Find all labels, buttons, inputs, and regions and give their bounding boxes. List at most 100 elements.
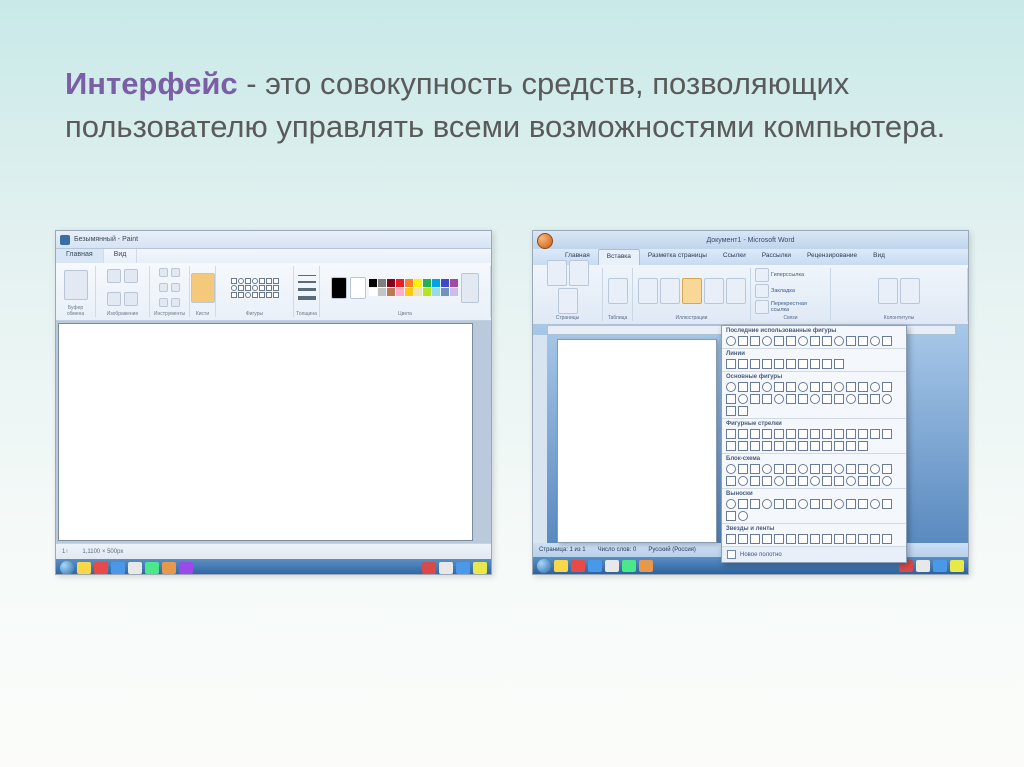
shape-option[interactable]	[870, 499, 880, 509]
color-swatch[interactable]	[441, 288, 449, 296]
tab-insert[interactable]: Вставка	[598, 249, 640, 265]
shape-option[interactable]	[834, 464, 844, 474]
footer-icon[interactable]	[900, 278, 920, 304]
shape-option[interactable]	[798, 534, 808, 544]
color-swatch[interactable]	[432, 288, 440, 296]
shape-option[interactable]	[810, 464, 820, 474]
clip-icon[interactable]	[660, 278, 680, 304]
page-break-icon[interactable]	[558, 288, 578, 314]
shape-option[interactable]	[834, 382, 844, 392]
shape-option[interactable]	[762, 441, 772, 451]
color-swatch[interactable]	[369, 288, 377, 296]
shape-option[interactable]	[810, 499, 820, 509]
shape-option[interactable]	[882, 394, 892, 404]
new-canvas-button[interactable]: Новое полотно	[722, 547, 906, 562]
color-swatch[interactable]	[423, 288, 431, 296]
shape-option[interactable]	[822, 464, 832, 474]
shape-option[interactable]	[822, 394, 832, 404]
tray-icon[interactable]	[439, 562, 453, 574]
taskbar-item[interactable]	[128, 562, 142, 574]
pencil-icon[interactable]	[159, 268, 168, 277]
shape-option[interactable]	[882, 476, 892, 486]
tab-layout[interactable]: Разметка страницы	[640, 249, 715, 265]
tray-icon[interactable]	[916, 560, 930, 572]
shape-option[interactable]	[846, 394, 856, 404]
cover-page-icon[interactable]	[547, 260, 567, 286]
shape-option[interactable]	[774, 464, 784, 474]
paint-canvas[interactable]	[58, 323, 473, 541]
rotate-icon[interactable]	[124, 292, 138, 306]
shape-option[interactable]	[726, 476, 736, 486]
fill-icon[interactable]	[171, 268, 180, 277]
color-swatch[interactable]	[441, 279, 449, 287]
shape-option[interactable]	[750, 382, 760, 392]
shape-option[interactable]	[798, 336, 808, 346]
shape-option[interactable]	[798, 359, 808, 369]
shape-option[interactable]	[726, 441, 736, 451]
shapes-button[interactable]	[682, 278, 702, 304]
brush-icon[interactable]	[191, 273, 215, 303]
bookmark-icon[interactable]	[755, 284, 769, 298]
taskbar-item[interactable]	[179, 562, 193, 574]
shape-option[interactable]	[810, 429, 820, 439]
shape-option[interactable]	[726, 406, 736, 416]
text-icon[interactable]	[159, 283, 168, 292]
picture-icon[interactable]	[638, 278, 658, 304]
resize-icon[interactable]	[107, 292, 121, 306]
shape-option[interactable]	[870, 464, 880, 474]
shape-option[interactable]	[858, 429, 868, 439]
shape-option[interactable]	[738, 441, 748, 451]
office-button[interactable]	[537, 233, 553, 249]
taskbar-item[interactable]	[145, 562, 159, 574]
taskbar-item[interactable]	[588, 560, 602, 572]
tray-icon[interactable]	[933, 560, 947, 572]
color-swatch[interactable]	[396, 279, 404, 287]
shape-option[interactable]	[726, 429, 736, 439]
shape-option[interactable]	[762, 499, 772, 509]
shape-option[interactable]	[774, 534, 784, 544]
tray-icon[interactable]	[422, 562, 436, 574]
tab-refs[interactable]: Ссылки	[715, 249, 754, 265]
shape-option[interactable]	[750, 534, 760, 544]
taskbar-item[interactable]	[162, 562, 176, 574]
color-swatch[interactable]	[369, 279, 377, 287]
eraser-icon[interactable]	[171, 283, 180, 292]
shape-option[interactable]	[858, 336, 868, 346]
shape-option[interactable]	[822, 382, 832, 392]
shape-option[interactable]	[882, 382, 892, 392]
shape-option[interactable]	[762, 534, 772, 544]
shape-option[interactable]	[798, 429, 808, 439]
shape-option[interactable]	[750, 499, 760, 509]
shape-option[interactable]	[846, 534, 856, 544]
shape-option[interactable]	[738, 359, 748, 369]
color-swatch[interactable]	[414, 288, 422, 296]
shape-option[interactable]	[846, 464, 856, 474]
shape-option[interactable]	[870, 336, 880, 346]
shape-option[interactable]	[846, 382, 856, 392]
shape-option[interactable]	[738, 476, 748, 486]
shape-option[interactable]	[726, 359, 736, 369]
shape-option[interactable]	[750, 429, 760, 439]
taskbar-item[interactable]	[111, 562, 125, 574]
shape-option[interactable]	[810, 441, 820, 451]
shape-option[interactable]	[858, 441, 868, 451]
shape-option[interactable]	[786, 359, 796, 369]
shape-option[interactable]	[846, 429, 856, 439]
edit-colors-icon[interactable]	[461, 273, 479, 303]
shape-option[interactable]	[882, 534, 892, 544]
shape-option[interactable]	[858, 476, 868, 486]
taskbar-item[interactable]	[605, 560, 619, 572]
shape-option[interactable]	[834, 534, 844, 544]
shape-option[interactable]	[834, 499, 844, 509]
shape-option[interactable]	[738, 511, 748, 521]
shape-option[interactable]	[798, 499, 808, 509]
shape-option[interactable]	[834, 336, 844, 346]
taskbar-item[interactable]	[554, 560, 568, 572]
shape-option[interactable]	[846, 476, 856, 486]
shape-option[interactable]	[798, 441, 808, 451]
color-swatch[interactable]	[432, 279, 440, 287]
shape-option[interactable]	[882, 429, 892, 439]
shape-option[interactable]	[786, 534, 796, 544]
color-swatch[interactable]	[405, 279, 413, 287]
shape-option[interactable]	[834, 476, 844, 486]
